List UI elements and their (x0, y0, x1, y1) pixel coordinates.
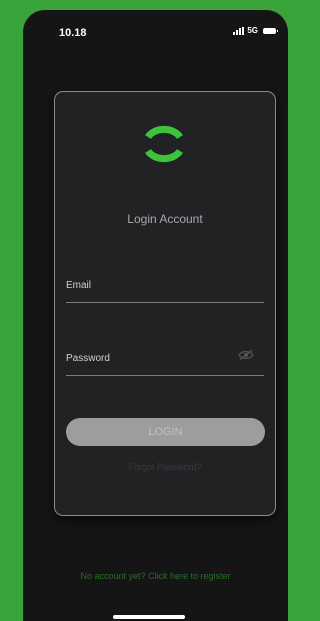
email-label: Email (66, 280, 92, 291)
status-time: 10.18 (59, 27, 87, 39)
status-bar: 10.18 5G (23, 10, 288, 50)
login-title: Login Account (127, 212, 203, 226)
app-logo-icon (145, 125, 183, 163)
network-label: 5G (247, 26, 258, 35)
password-label: Password (66, 353, 110, 364)
status-indicators: 5G (233, 26, 278, 35)
login-card: Login Account Email Password LOGIN Forgo… (54, 91, 276, 516)
forgot-password-link[interactable]: Forgot Password? (55, 462, 275, 472)
register-link[interactable]: No account yet? Click here to register (23, 571, 288, 581)
password-field[interactable] (66, 375, 264, 376)
eye-off-icon[interactable] (238, 349, 254, 361)
battery-icon (263, 27, 278, 34)
signal-bars-icon (233, 26, 245, 35)
home-indicator (113, 615, 185, 619)
login-button[interactable]: LOGIN (66, 418, 265, 446)
email-field[interactable] (66, 302, 264, 303)
phone-screen: 10.18 5G Login Account Email Password LO… (23, 10, 288, 621)
